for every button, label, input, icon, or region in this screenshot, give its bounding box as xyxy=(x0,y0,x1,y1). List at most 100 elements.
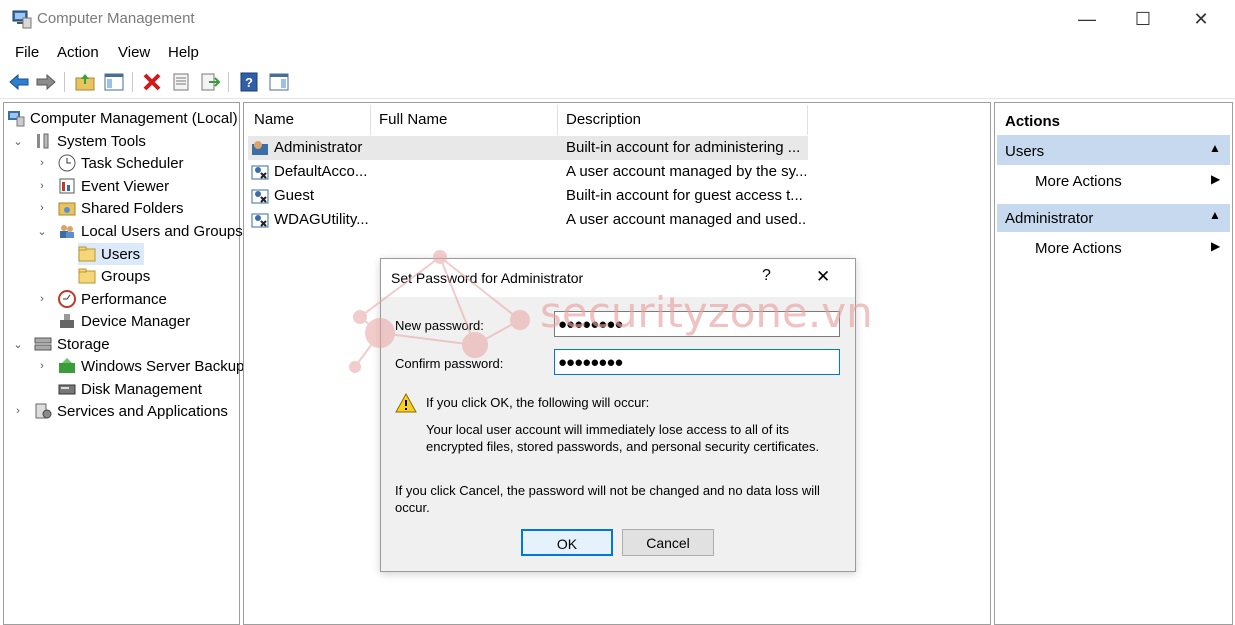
warning-intro-text: If you click OK, the following will occu… xyxy=(426,395,650,410)
tree-item-performance[interactable]: › Performance xyxy=(36,288,167,310)
performance-icon xyxy=(58,290,76,308)
tree-item-disk-management[interactable]: Disk Management xyxy=(58,378,202,400)
tree-item-shared-folders[interactable]: › Shared Folders xyxy=(36,197,184,219)
table-row[interactable]: Guest Built-in account for guest access … xyxy=(248,184,808,208)
chevron-right-icon[interactable]: › xyxy=(36,180,48,192)
tree-item-local-users-groups[interactable]: ⌄ Local Users and Groups xyxy=(36,220,242,242)
toolbar: ? xyxy=(0,68,1235,99)
collapse-triangle-icon[interactable]: ▲ xyxy=(1209,141,1221,155)
maximize-button[interactable]: ☐ xyxy=(1120,4,1166,34)
cell-description: A user account managed and used... xyxy=(566,211,806,228)
event-viewer-icon xyxy=(59,178,75,194)
column-divider[interactable] xyxy=(557,105,558,135)
window-title: Computer Management xyxy=(37,10,195,27)
tree-item-label: Event Viewer xyxy=(81,177,170,195)
chevron-down-icon[interactable]: ⌄ xyxy=(12,135,24,148)
cancel-button[interactable]: Cancel xyxy=(622,529,714,556)
confirm-password-label: Confirm password: xyxy=(395,356,504,371)
column-divider[interactable] xyxy=(807,105,808,135)
minimize-button[interactable]: — xyxy=(1064,4,1110,34)
actions-section-administrator[interactable]: Administrator ▲ xyxy=(997,204,1230,232)
close-button[interactable]: ✕ xyxy=(1178,4,1224,34)
tree-item-label: Disk Management xyxy=(81,380,202,398)
export-list-icon[interactable] xyxy=(199,71,221,93)
toolbar-separator xyxy=(228,72,229,92)
tree-item-event-viewer[interactable]: › Event Viewer xyxy=(36,175,169,197)
tree-item-services-applications[interactable]: › Services and Applications xyxy=(12,400,228,422)
properties-icon[interactable] xyxy=(170,71,192,93)
actions-title: Actions xyxy=(1005,113,1061,130)
user-icon xyxy=(252,141,268,155)
tree-item-label: Performance xyxy=(81,290,167,308)
section-title: Users xyxy=(1005,143,1045,160)
tree-item-label: Windows Server Backup xyxy=(81,357,245,375)
back-arrow-icon[interactable] xyxy=(8,71,30,93)
tree-item-storage[interactable]: ⌄ Storage xyxy=(12,333,109,355)
forward-arrow-icon[interactable] xyxy=(35,71,57,93)
tools-icon xyxy=(37,133,49,149)
toolbar-separator xyxy=(64,72,65,92)
chevron-right-icon[interactable]: › xyxy=(12,405,24,417)
dialog-help-button[interactable]: ? xyxy=(762,267,771,285)
computer-management-app-icon xyxy=(12,10,32,29)
action-label: More Actions xyxy=(1035,173,1122,190)
backup-icon xyxy=(59,358,75,373)
menu-view[interactable]: View xyxy=(118,44,150,61)
chevron-right-icon[interactable]: › xyxy=(36,360,48,372)
table-row[interactable]: WDAGUtility... A user account managed an… xyxy=(248,208,808,232)
disabled-user-icon xyxy=(251,213,269,228)
chevron-down-icon[interactable]: ⌄ xyxy=(12,338,24,351)
new-password-field[interactable]: ●●●●●●●● xyxy=(554,311,840,337)
tree-item-task-scheduler[interactable]: › Task Scheduler xyxy=(36,152,184,174)
disk-icon xyxy=(58,384,76,395)
chevron-right-icon[interactable]: › xyxy=(36,157,48,169)
cell-description: Built-in account for administering ... xyxy=(566,139,801,156)
cancel-note-text: If you click Cancel, the password will n… xyxy=(395,483,820,515)
tree-item-windows-server-backup[interactable]: › Windows Server Backup xyxy=(36,355,244,377)
table-row[interactable]: DefaultAcco... A user account managed by… xyxy=(248,160,808,184)
tree-item-system-tools[interactable]: ⌄ System Tools xyxy=(12,130,146,152)
action-more-actions-users[interactable]: More Actions ▶ xyxy=(995,167,1228,195)
svg-text:?: ? xyxy=(245,75,253,90)
set-password-dialog: Set Password for Administrator ? ✕ New p… xyxy=(380,258,856,572)
column-header-description[interactable]: Description xyxy=(566,111,641,128)
column-header-row: Name Full Name Description xyxy=(244,103,809,135)
show-hide-tree-icon[interactable] xyxy=(103,71,125,93)
menu-file[interactable]: File xyxy=(15,44,39,61)
tree-item-groups[interactable]: Groups xyxy=(78,265,150,287)
delete-icon[interactable] xyxy=(141,71,163,93)
collapse-triangle-icon[interactable]: ▲ xyxy=(1209,208,1221,222)
action-more-actions-administrator[interactable]: More Actions ▶ xyxy=(995,234,1228,262)
chevron-down-icon[interactable]: ⌄ xyxy=(36,225,48,238)
confirm-password-field[interactable]: ●●●●●●●● xyxy=(554,349,840,375)
tree-item-root[interactable]: Computer Management (Local) xyxy=(7,107,238,129)
storage-icon xyxy=(34,337,52,351)
cell-name: Administrator xyxy=(274,139,363,156)
tree-item-label: System Tools xyxy=(57,132,146,150)
chevron-right-icon[interactable]: › xyxy=(36,202,48,214)
menu-help[interactable]: Help xyxy=(168,44,199,61)
tree-item-label: Shared Folders xyxy=(81,199,184,217)
tree-item-label: Services and Applications xyxy=(57,402,228,420)
actions-section-users[interactable]: Users ▲ xyxy=(997,137,1230,165)
dialog-close-button[interactable]: ✕ xyxy=(816,267,830,287)
up-folder-icon[interactable] xyxy=(74,71,96,93)
tree-item-device-manager[interactable]: Device Manager xyxy=(58,310,190,332)
chevron-right-icon[interactable]: › xyxy=(36,293,48,305)
folder-icon xyxy=(78,246,96,262)
cell-description: A user account managed by the sy... xyxy=(566,163,806,180)
actions-pane: Actions Users ▲ More Actions ▶ Administr… xyxy=(994,102,1233,625)
column-header-full-name[interactable]: Full Name xyxy=(379,111,447,128)
cell-name: Guest xyxy=(274,187,315,204)
submenu-arrow-icon: ▶ xyxy=(1211,172,1221,186)
column-header-name[interactable]: Name xyxy=(254,111,294,128)
help-icon[interactable]: ? xyxy=(238,71,260,93)
show-hide-action-pane-icon[interactable] xyxy=(268,71,290,93)
tree-item-users[interactable]: Users xyxy=(78,243,145,265)
table-row[interactable]: Administrator Built-in account for admin… xyxy=(248,136,808,160)
cell-name: WDAGUtility... xyxy=(274,211,369,228)
menu-action[interactable]: Action xyxy=(57,44,99,61)
ok-button[interactable]: OK xyxy=(521,529,613,556)
column-divider[interactable] xyxy=(370,105,371,135)
warning-icon xyxy=(395,393,417,413)
